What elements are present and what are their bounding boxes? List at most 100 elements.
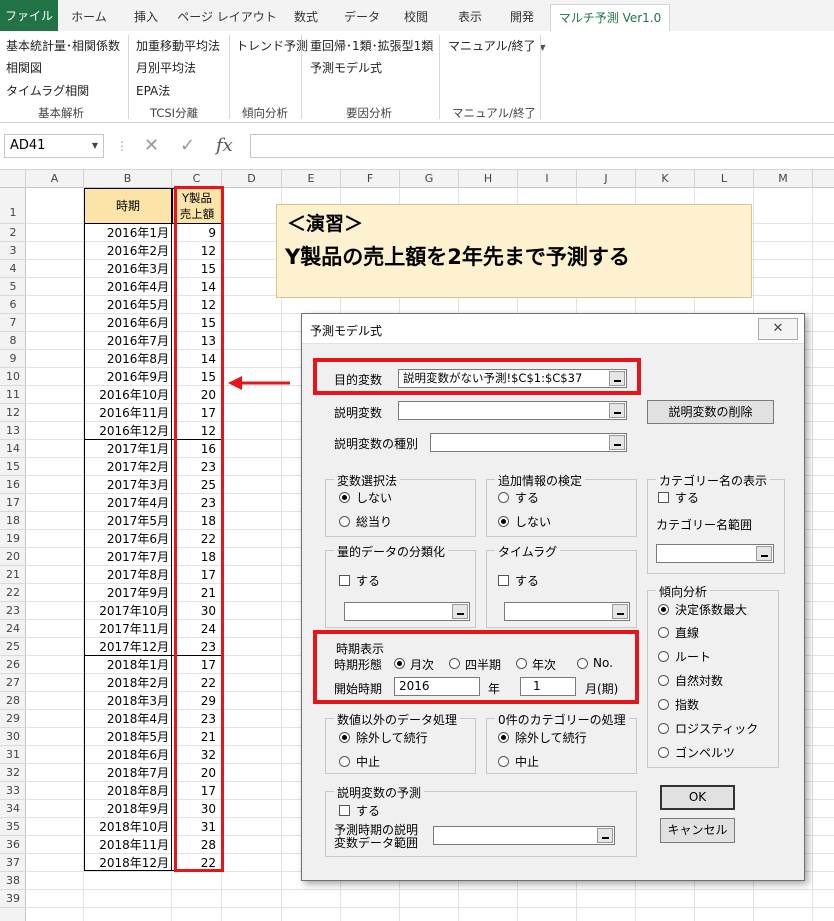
row-header[interactable]: 38 xyxy=(0,872,26,890)
period-monthly-radio[interactable] xyxy=(394,658,405,669)
period-cell[interactable]: 2016年4月 xyxy=(84,278,172,296)
row-header[interactable]: 23 xyxy=(0,602,26,620)
column-header[interactable]: J xyxy=(577,170,636,188)
period-cell[interactable]: 2017年3月 xyxy=(84,476,172,494)
period-cell[interactable]: 2018年8月 xyxy=(84,782,172,800)
expl-var-input[interactable] xyxy=(398,401,627,420)
period-quarter-radio[interactable] xyxy=(449,658,460,669)
period-cell[interactable]: 2016年3月 xyxy=(84,260,172,278)
range-select-icon[interactable] xyxy=(597,828,613,843)
row-header[interactable]: 21 xyxy=(0,566,26,584)
period-cell[interactable]: 2017年8月 xyxy=(84,566,172,584)
row-header[interactable]: 20 xyxy=(0,548,26,566)
row-header[interactable]: 28 xyxy=(0,692,26,710)
tab-file[interactable]: ファイル xyxy=(0,0,58,32)
row-header[interactable]: 2 xyxy=(0,224,26,242)
row-header[interactable]: 27 xyxy=(0,674,26,692)
epa-button[interactable]: EPA法 xyxy=(136,82,170,99)
tab-page-layout[interactable]: ページ レイアウト xyxy=(176,4,278,31)
row-header[interactable]: 31 xyxy=(0,746,26,764)
tab-review[interactable]: 校閲 xyxy=(390,4,442,31)
period-cell[interactable]: 2018年5月 xyxy=(84,728,172,746)
period-cell[interactable]: 2016年7月 xyxy=(84,332,172,350)
period-cell[interactable]: 2018年10月 xyxy=(84,818,172,836)
row-header[interactable]: 34 xyxy=(0,800,26,818)
range-select-icon[interactable] xyxy=(609,435,625,450)
column-header[interactable]: I xyxy=(518,170,577,188)
period-cell[interactable]: 2017年2月 xyxy=(84,458,172,476)
row-header[interactable]: 22 xyxy=(0,584,26,602)
column-header[interactable]: B xyxy=(84,170,172,188)
period-cell[interactable]: 2016年2月 xyxy=(84,242,172,260)
trend-option-radio[interactable] xyxy=(658,651,669,662)
var-select-all-radio[interactable] xyxy=(339,516,350,527)
row-header[interactable]: 15 xyxy=(0,458,26,476)
column-header[interactable]: D xyxy=(222,170,282,188)
tab-view[interactable]: 表示 xyxy=(444,4,496,31)
column-header[interactable]: E xyxy=(282,170,341,188)
row-header[interactable]: 1 xyxy=(0,188,26,224)
row-header[interactable]: 6 xyxy=(0,296,26,314)
period-cell[interactable]: 2018年2月 xyxy=(84,674,172,692)
row-header[interactable]: 3 xyxy=(0,242,26,260)
period-cell[interactable]: 2017年12月 xyxy=(84,638,172,656)
range-select-icon[interactable] xyxy=(756,546,772,561)
period-no-radio[interactable] xyxy=(577,658,588,669)
zero-category-continue-radio[interactable] xyxy=(498,732,509,743)
cancel-button[interactable]: キャンセル xyxy=(660,818,735,843)
period-cell[interactable]: 2017年5月 xyxy=(84,512,172,530)
category-range-input[interactable] xyxy=(656,544,774,563)
range-select-icon[interactable] xyxy=(452,604,468,619)
row-header[interactable]: 19 xyxy=(0,530,26,548)
tab-developer[interactable]: 開発 xyxy=(496,4,548,31)
quant-class-input[interactable] xyxy=(344,602,470,621)
start-year-input[interactable]: 2016 xyxy=(394,677,480,696)
enter-icon[interactable]: ✓ xyxy=(180,134,195,158)
row-header[interactable]: 14 xyxy=(0,440,26,458)
category-name-checkbox[interactable] xyxy=(658,492,669,503)
trend-option-radio[interactable] xyxy=(658,627,669,638)
period-cell[interactable]: 2017年10月 xyxy=(84,602,172,620)
target-var-input[interactable]: 説明変数がない予測!$C$1:$C$37 xyxy=(398,369,627,388)
row-header[interactable]: 16 xyxy=(0,476,26,494)
column-header[interactable]: M xyxy=(754,170,813,188)
row-header[interactable]: 10 xyxy=(0,368,26,386)
row-header[interactable]: 39 xyxy=(0,890,26,908)
zero-category-stop-radio[interactable] xyxy=(498,756,509,767)
ok-button[interactable]: OK xyxy=(660,785,735,810)
period-cell[interactable]: 2016年12月 xyxy=(84,422,172,440)
timelag-checkbox[interactable] xyxy=(498,575,509,586)
expl-forecast-range-input[interactable] xyxy=(433,826,615,845)
insert-function-icon[interactable]: fx xyxy=(216,134,233,158)
cancel-icon[interactable]: ✕ xyxy=(144,134,159,158)
tab-data[interactable]: データ xyxy=(334,4,390,31)
expl-type-input[interactable] xyxy=(430,433,627,452)
row-header[interactable]: 18 xyxy=(0,512,26,530)
range-select-icon[interactable] xyxy=(612,604,628,619)
column-header[interactable]: F xyxy=(341,170,400,188)
row-header[interactable]: 26 xyxy=(0,656,26,674)
period-cell[interactable]: 2018年1月 xyxy=(84,656,172,674)
close-button[interactable]: ✕ xyxy=(758,318,798,340)
manual-exit-button[interactable]: マニュアル/終了 ▼ xyxy=(448,37,546,54)
column-header[interactable]: K xyxy=(636,170,695,188)
row-header[interactable]: 13 xyxy=(0,422,26,440)
tab-home[interactable]: ホーム xyxy=(60,4,118,31)
correlation-chart-button[interactable]: 相関図 xyxy=(6,59,42,76)
period-cell[interactable]: 2018年9月 xyxy=(84,800,172,818)
period-cell[interactable]: 2018年7月 xyxy=(84,764,172,782)
tab-formulas[interactable]: 数式 xyxy=(280,4,332,31)
column-header[interactable]: H xyxy=(459,170,518,188)
period-cell[interactable]: 2017年4月 xyxy=(84,494,172,512)
period-yearly-radio[interactable] xyxy=(516,658,527,669)
period-cell[interactable]: 2017年1月 xyxy=(84,440,172,458)
row-header[interactable]: 5 xyxy=(0,278,26,296)
period-cell[interactable]: 2017年7月 xyxy=(84,548,172,566)
period-cell[interactable]: 2018年6月 xyxy=(84,746,172,764)
timelag-correlation-button[interactable]: タイムラグ相関 xyxy=(6,82,89,99)
period-cell[interactable]: 2016年5月 xyxy=(84,296,172,314)
period-cell[interactable]: 2018年11月 xyxy=(84,836,172,854)
monthly-average-button[interactable]: 月別平均法 xyxy=(136,59,196,76)
name-box[interactable]: AD41 ▼ xyxy=(4,134,104,158)
formula-input[interactable] xyxy=(250,134,834,158)
